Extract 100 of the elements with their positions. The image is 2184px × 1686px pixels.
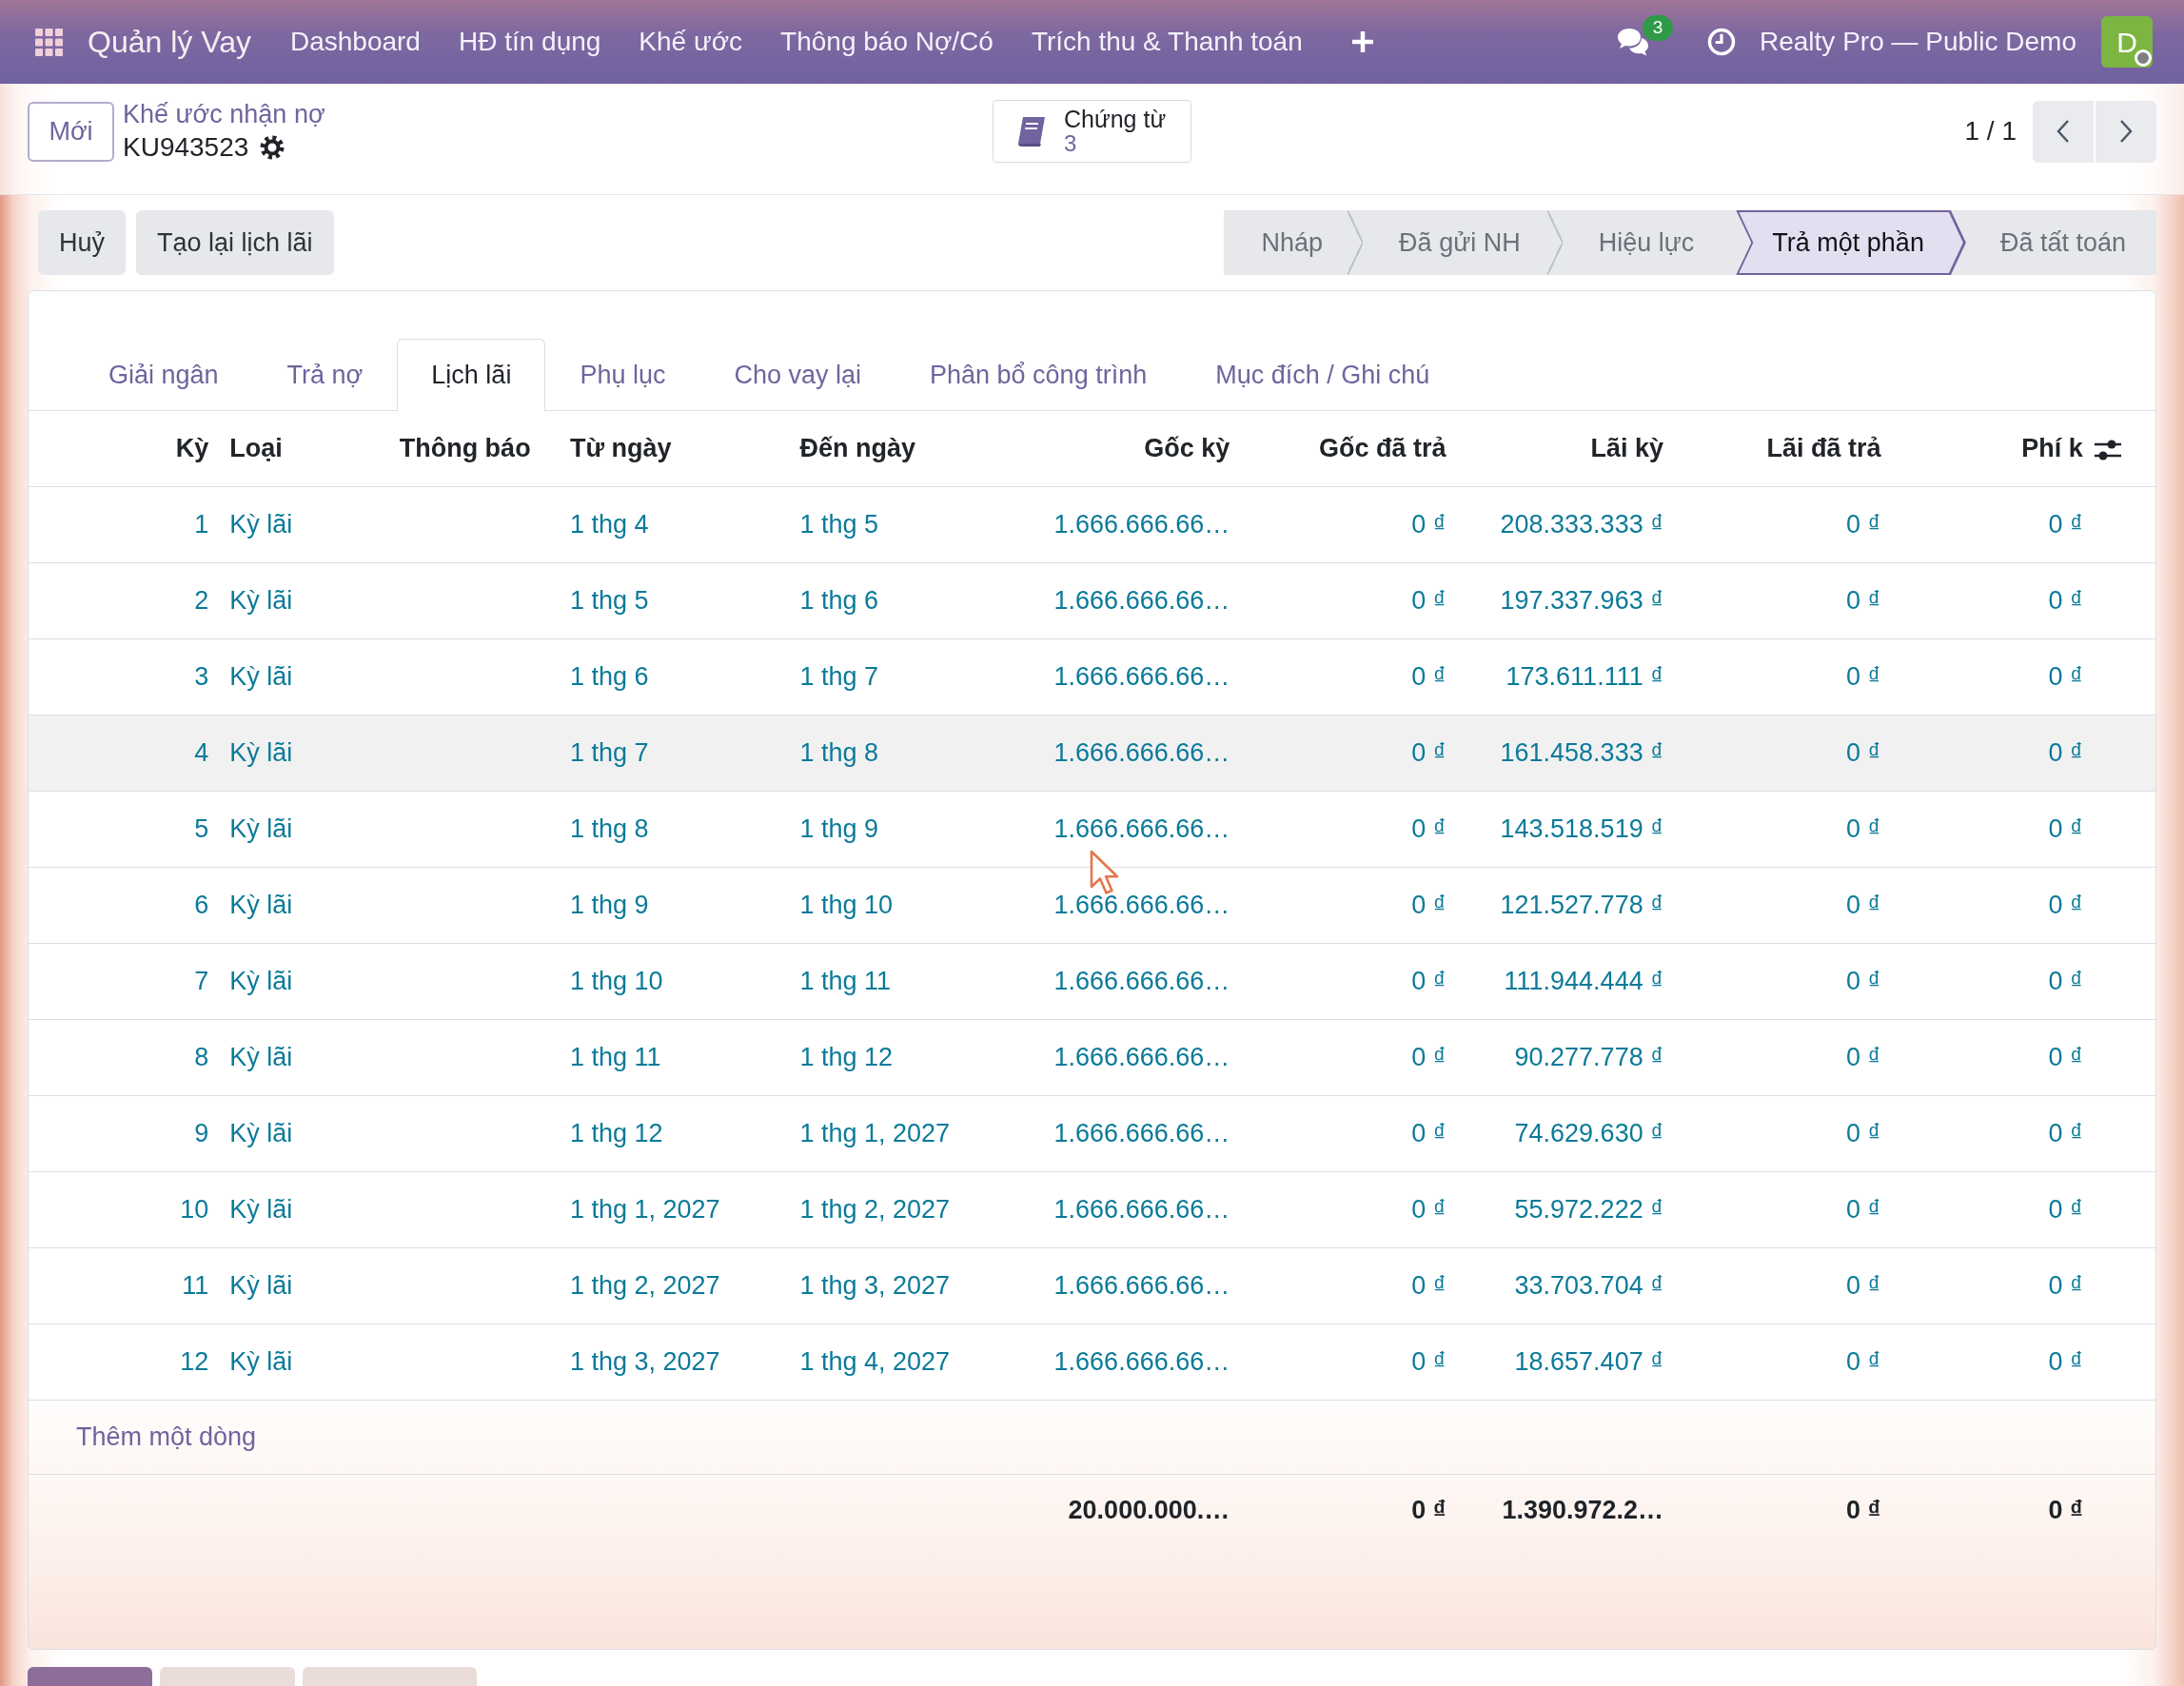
tab[interactable]: Lịch lãi bbox=[397, 339, 546, 412]
table-cell: 173.611.111 ₫ bbox=[1505, 661, 1664, 691]
action-button[interactable]: Tạo lại lịch lãi bbox=[136, 210, 334, 275]
total-value: 20.000.000.… bbox=[1068, 1496, 1230, 1524]
table-cell: 1 thg 2, 2027 bbox=[569, 1270, 720, 1300]
table-cell: 0 ₫ bbox=[1846, 814, 1881, 843]
table-cell: Kỳ lãi bbox=[229, 890, 293, 919]
table-row[interactable]: 5 Kỳ lãi 1 thg 8 1 thg 9 1.666.666.66… 0 ₫ 143.518.519 ₫ 0 ₫ 0 ₫ bbox=[29, 791, 2155, 867]
breadcrumb-link[interactable]: Khế ước nhận nợ bbox=[123, 98, 325, 130]
documents-smart-button[interactable]: Chứng từ 3 bbox=[993, 100, 1191, 163]
table-cell: 1 thg 5 bbox=[569, 585, 649, 615]
column-header[interactable]: Lãi đã trả bbox=[1766, 434, 1881, 462]
menu-item[interactable]: HĐ tín dụng bbox=[439, 22, 620, 62]
table-cell: 1 thg 1, 2027 bbox=[569, 1194, 720, 1224]
table-cell: 111.944.444 ₫ bbox=[1504, 966, 1664, 995]
gear-icon[interactable] bbox=[260, 135, 285, 160]
record-name: KU943523 bbox=[123, 131, 249, 164]
table-cell: 0 ₫ bbox=[1411, 1042, 1446, 1071]
column-header[interactable]: Từ ngày bbox=[569, 434, 672, 462]
table-cell: 0 ₫ bbox=[2048, 1270, 2083, 1300]
column-header[interactable]: Thông báo bbox=[399, 434, 531, 462]
menu-item[interactable]: Trích thu & Thanh toán bbox=[1012, 22, 1322, 62]
status-stage[interactable]: Trả một phần bbox=[1736, 210, 1966, 275]
status-stage[interactable]: Đã gửi NH bbox=[1363, 210, 1563, 275]
table-cell: 208.333.333 ₫ bbox=[1500, 509, 1664, 539]
table-cell: 161.458.333 ₫ bbox=[1500, 737, 1664, 767]
table-cell: 121.527.778 ₫ bbox=[1500, 890, 1664, 919]
add-line-link[interactable]: Thêm một dòng bbox=[76, 1421, 257, 1451]
table-cell: 3 bbox=[194, 661, 209, 691]
table-cell: 0 ₫ bbox=[2048, 890, 2083, 919]
menu-item[interactable]: Thông báo Nợ/Có bbox=[761, 22, 1013, 62]
column-header[interactable]: Lãi kỳ bbox=[1590, 434, 1664, 462]
pager-value[interactable]: 1 / 1 bbox=[1964, 111, 2017, 151]
status-stage[interactable]: Hiệu lực bbox=[1562, 210, 1737, 275]
column-header[interactable]: Phí k bbox=[2021, 434, 2083, 462]
column-header[interactable]: Gốc kỳ bbox=[1144, 434, 1230, 462]
table-cell: 0 ₫ bbox=[1411, 585, 1446, 615]
company-name[interactable]: Realty Pro — Public Demo bbox=[1760, 22, 2076, 62]
table-cell: 2 bbox=[194, 585, 209, 615]
table-row[interactable]: 9 Kỳ lãi 1 thg 12 1 thg 1, 2027 1.666.666.66… 0 ₫ 74.629.630 ₫ 0 ₫ 0 ₫ bbox=[29, 1095, 2155, 1171]
table-cell: 11 bbox=[182, 1270, 209, 1300]
table-cell: 0 ₫ bbox=[1846, 1270, 1881, 1300]
table-row[interactable]: 4 Kỳ lãi 1 thg 7 1 thg 8 1.666.666.66… 0 ₫ 161.458.333 ₫ 0 ₫ 0 ₫ bbox=[29, 715, 2155, 791]
chat-bubbles-icon[interactable] bbox=[1616, 27, 1650, 57]
table-cell: 0 ₫ bbox=[1846, 1346, 1881, 1376]
table-cell: 9 bbox=[194, 1118, 209, 1147]
table-cell: 0 ₫ bbox=[2048, 737, 2083, 767]
action-button[interactable]: Huỷ bbox=[38, 210, 126, 275]
table-cell: 1 thg 3, 2027 bbox=[799, 1270, 951, 1300]
table-row[interactable]: 12 Kỳ lãi 1 thg 3, 2027 1 thg 4, 2027 1.666.666.66… 0 ₫ 18.657.407 ₫ 0 ₫ 0 ₫ bbox=[29, 1323, 2155, 1400]
table-cell: 1 thg 12 bbox=[799, 1042, 893, 1071]
table-cell: 197.337.963 ₫ bbox=[1500, 585, 1664, 615]
apps-grid-icon[interactable] bbox=[35, 28, 63, 56]
table-row[interactable]: 1 Kỳ lãi 1 thg 4 1 thg 5 1.666.666.66… 0 ₫ 208.333.333 ₫ 0 ₫ 0 ₫ bbox=[29, 486, 2155, 562]
table-row[interactable]: 7 Kỳ lãi 1 thg 10 1 thg 11 1.666.666.66… 0 ₫ 111.944.444 ₫ 0 ₫ 0 ₫ bbox=[29, 943, 2155, 1019]
table-cell: Kỳ lãi bbox=[229, 966, 293, 995]
tab[interactable]: Phụ lục bbox=[545, 339, 700, 412]
tab[interactable]: Giải ngân bbox=[74, 339, 253, 412]
table-cell: 1.666.666.66… bbox=[1053, 509, 1230, 539]
table-cell: 1.666.666.66… bbox=[1053, 1346, 1230, 1376]
table-cell: 8 bbox=[194, 1042, 209, 1071]
table-cell: 0 ₫ bbox=[1846, 1194, 1881, 1224]
total-value: 0 ₫ bbox=[1846, 1496, 1881, 1524]
menu-item[interactable]: Khế ước bbox=[620, 22, 762, 62]
table-cell: 0 ₫ bbox=[2048, 509, 2083, 539]
table-cell: Kỳ lãi bbox=[229, 585, 293, 615]
table-row[interactable]: 10 Kỳ lãi 1 thg 1, 2027 1 thg 2, 2027 1.666.666.66… 0 ₫ 55.972.222 ₫ 0 ₫ 0 ₫ bbox=[29, 1171, 2155, 1247]
table-cell: 1 thg 6 bbox=[799, 585, 878, 615]
table-row[interactable]: 8 Kỳ lãi 1 thg 11 1 thg 12 1.666.666.66… 0 ₫ 90.277.778 ₫ 0 ₫ 0 ₫ bbox=[29, 1019, 2155, 1095]
table-row[interactable]: 2 Kỳ lãi 1 thg 5 1 thg 6 1.666.666.66… 0 ₫ 197.337.963 ₫ 0 ₫ 0 ₫ bbox=[29, 562, 2155, 638]
table-cell: 10 bbox=[180, 1194, 209, 1224]
mouse-pointer-icon bbox=[1090, 850, 1120, 895]
table-cell: 1 thg 4 bbox=[569, 509, 649, 539]
sliders-icon[interactable] bbox=[2093, 438, 2122, 461]
tab[interactable]: Cho vay lại bbox=[699, 339, 895, 412]
new-button[interactable]: Mới bbox=[28, 101, 114, 162]
clock-icon[interactable] bbox=[1707, 28, 1736, 56]
table-cell: Kỳ lãi bbox=[229, 1042, 293, 1071]
table-cell: 33.703.704 ₫ bbox=[1514, 1270, 1664, 1300]
tab[interactable]: Phân bổ công trình bbox=[895, 339, 1182, 412]
status-stage[interactable]: Nháp bbox=[1223, 210, 1364, 275]
table-row[interactable]: 3 Kỳ lãi 1 thg 6 1 thg 7 1.666.666.66… 0 ₫ 173.611.111 ₫ 0 ₫ 0 ₫ bbox=[29, 638, 2155, 715]
table-cell: 0 ₫ bbox=[1411, 1118, 1446, 1147]
total-value: 0 ₫ bbox=[1411, 1496, 1446, 1524]
column-header[interactable]: Kỳ bbox=[175, 434, 209, 462]
plus-icon[interactable] bbox=[1351, 31, 1373, 52]
table-row[interactable]: 11 Kỳ lãi 1 thg 2, 2027 1 thg 3, 2027 1.666.666.66… 0 ₫ 33.703.704 ₫ 0 ₫ 0 ₫ bbox=[29, 1247, 2155, 1323]
tab[interactable]: Trả nợ bbox=[252, 339, 398, 412]
menu-item[interactable]: Dashboard bbox=[270, 22, 440, 62]
column-header[interactable]: Đến ngày bbox=[799, 434, 915, 462]
table-cell: 1 thg 11 bbox=[799, 966, 891, 995]
table-cell: Kỳ lãi bbox=[229, 737, 293, 767]
status-stage[interactable]: Đã tất toán bbox=[1965, 210, 2156, 275]
table-cell: 1 thg 11 bbox=[569, 1042, 661, 1071]
column-header[interactable]: Loại bbox=[229, 434, 283, 462]
app-title[interactable]: Quản lý Vay bbox=[88, 19, 251, 65]
column-header[interactable]: Gốc đã trả bbox=[1319, 434, 1446, 462]
table-row[interactable]: 6 Kỳ lãi 1 thg 9 1 thg 10 1.666.666.66… 0 ₫ 121.527.778 ₫ 0 ₫ 0 ₫ bbox=[29, 867, 2155, 943]
table-cell: 0 ₫ bbox=[1411, 1270, 1446, 1300]
tab[interactable]: Mục đích / Ghi chú bbox=[1181, 339, 1465, 412]
